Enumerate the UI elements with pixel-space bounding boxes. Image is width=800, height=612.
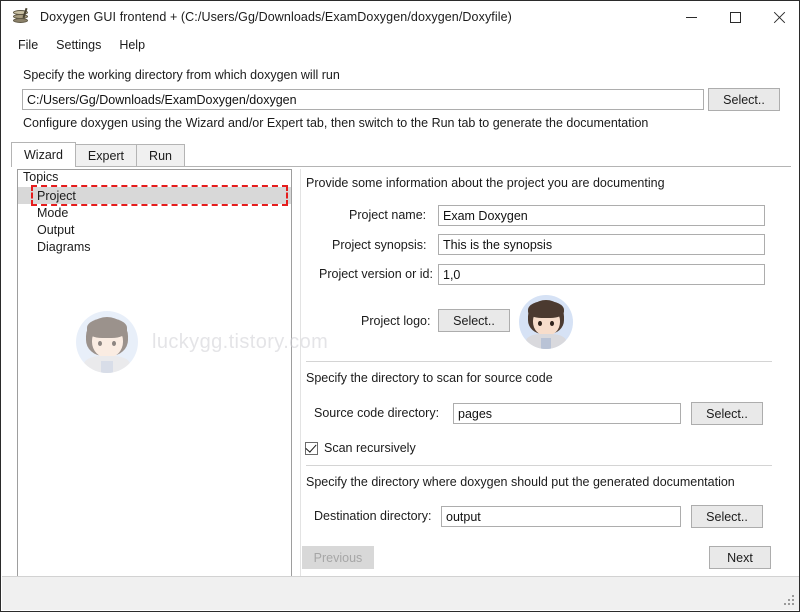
doxygen-stack-icon	[12, 7, 30, 26]
window-controls	[669, 1, 799, 33]
project-name-input[interactable]	[438, 205, 765, 226]
project-name-label: Project name:	[349, 208, 427, 222]
scan-recursively-label: Scan recursively	[324, 441, 416, 455]
minimize-icon	[685, 16, 697, 18]
project-synopsis-input[interactable]	[438, 234, 765, 255]
tab-strip: Wizard Expert Run	[11, 142, 185, 167]
working-directory-label: Specify the working directory from which…	[23, 68, 340, 82]
doxygen-gui-window: Doxygen GUI frontend + (C:/Users/Gg/Down…	[0, 0, 800, 612]
maximize-icon	[729, 11, 741, 23]
tab-wizard[interactable]: Wizard	[11, 142, 76, 167]
topic-item-project[interactable]: Project	[18, 187, 291, 204]
pane-divider	[300, 169, 301, 577]
working-directory-input[interactable]	[22, 89, 704, 110]
avatar-icon	[519, 295, 573, 349]
topics-title: Topics	[23, 170, 59, 184]
close-button[interactable]	[757, 1, 799, 33]
previous-button[interactable]: Previous	[302, 546, 374, 569]
project-logo-select-button[interactable]: Select..	[438, 309, 510, 332]
scan-recursively-checkbox[interactable]	[305, 441, 318, 455]
minimize-button[interactable]	[669, 1, 713, 33]
checkmark-icon	[305, 441, 317, 453]
close-icon	[773, 11, 786, 24]
status-strip	[2, 576, 799, 610]
tab-run[interactable]: Run	[136, 144, 185, 167]
source-directory-label: Source code directory:	[314, 406, 440, 420]
topic-item-mode[interactable]: Mode	[18, 204, 291, 221]
project-section-heading: Provide some information about the proje…	[306, 176, 665, 190]
source-section-heading: Specify the directory to scan for source…	[306, 371, 553, 385]
next-button[interactable]: Next	[709, 546, 771, 569]
section-divider-source	[306, 361, 772, 362]
window-title: Doxygen GUI frontend + (C:/Users/Gg/Down…	[40, 10, 512, 24]
destination-directory-input[interactable]	[441, 506, 681, 527]
configure-hint-text: Configure doxygen using the Wizard and/o…	[23, 116, 649, 130]
menu-item-help[interactable]: Help	[110, 36, 154, 54]
source-directory-select-button[interactable]: Select..	[691, 402, 763, 425]
tab-expert[interactable]: Expert	[74, 144, 138, 167]
menu-item-settings[interactable]: Settings	[47, 36, 110, 54]
destination-directory-select-button[interactable]: Select..	[691, 505, 763, 528]
maximize-button[interactable]	[713, 1, 757, 33]
menu-item-file[interactable]: File	[9, 36, 47, 54]
working-directory-select-button[interactable]: Select..	[708, 88, 780, 111]
dest-section-heading: Specify the directory where doxygen shou…	[306, 475, 735, 489]
title-bar: Doxygen GUI frontend + (C:/Users/Gg/Down…	[1, 1, 799, 33]
project-logo-label: Project logo:	[361, 314, 431, 328]
source-directory-input[interactable]	[453, 403, 681, 424]
project-version-input[interactable]	[438, 264, 765, 285]
topic-item-output[interactable]: Output	[18, 221, 291, 238]
project-version-label: Project version or id:	[319, 267, 433, 281]
destination-directory-label: Destination directory:	[314, 509, 432, 523]
topic-item-diagrams[interactable]: Diagrams	[18, 238, 291, 255]
resize-grip-icon[interactable]	[784, 595, 796, 607]
section-divider-dest	[306, 465, 772, 466]
project-logo-preview	[519, 295, 573, 349]
project-synopsis-label: Project synopsis:	[332, 238, 427, 252]
menu-bar: File Settings Help	[1, 33, 799, 57]
